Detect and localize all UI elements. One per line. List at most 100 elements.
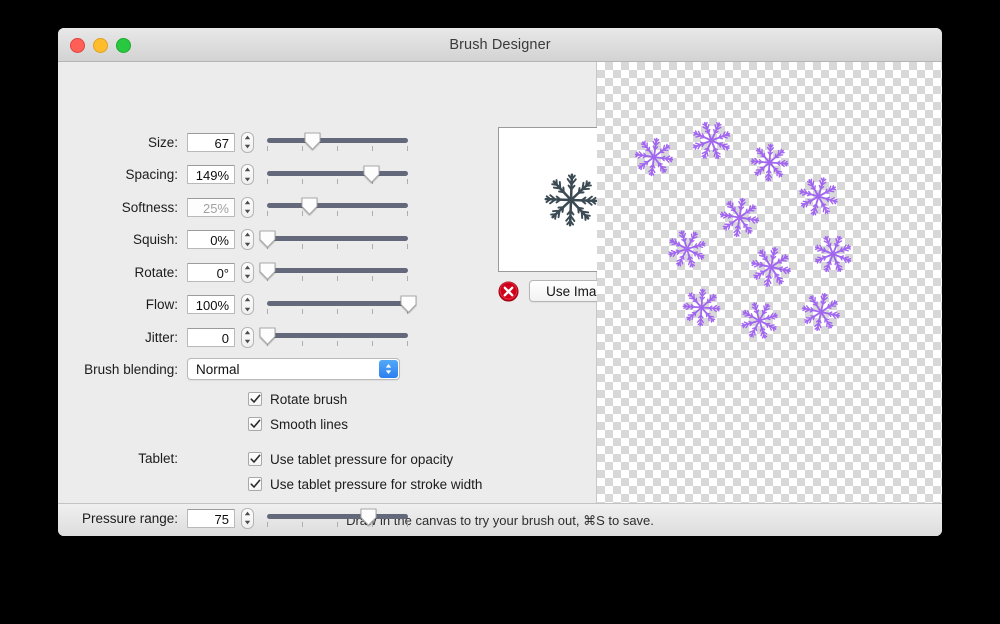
- slider-track: [267, 138, 408, 143]
- rotate-field[interactable]: 0°: [187, 262, 235, 282]
- checkbox-icon[interactable]: [248, 477, 262, 491]
- flow-row: Flow: 100%: [58, 294, 416, 316]
- minimize-button[interactable]: [93, 38, 108, 53]
- size-stepper[interactable]: [241, 131, 254, 153]
- brush-blending-select[interactable]: Normal: [187, 358, 400, 380]
- slider-ticks: [267, 211, 408, 217]
- zoom-button[interactable]: [116, 38, 131, 53]
- slider-track: [267, 170, 408, 176]
- squish-row: Squish: 0%: [58, 229, 408, 251]
- flow-stepper[interactable]: [241, 294, 254, 315]
- slider-ticks: [267, 146, 408, 152]
- squish-label: Squish:: [132, 232, 178, 247]
- softness-field[interactable]: 25%: [187, 197, 235, 217]
- pressure-range-label: Pressure range:: [81, 510, 178, 526]
- slider-thumb[interactable]: [259, 327, 276, 345]
- slider-ticks: [267, 243, 408, 250]
- spacing-slider[interactable]: [267, 164, 408, 186]
- pressure-range-row: Pressure range: 75: [58, 507, 408, 529]
- canvas-brush-stamp: [795, 286, 847, 338]
- flow-slider[interactable]: [267, 294, 416, 316]
- slider-thumb[interactable]: [363, 165, 380, 183]
- slider-ticks: [267, 341, 408, 347]
- size-row: Size: 67: [58, 131, 408, 153]
- tablet-checkbox-row-1[interactable]: Use tablet pressure for opacity: [248, 449, 453, 469]
- size-slider[interactable]: [267, 131, 408, 153]
- checkbox-icon[interactable]: [248, 452, 262, 466]
- slider-track: [267, 300, 408, 306]
- jitter-field[interactable]: 0: [187, 327, 235, 347]
- checkbox-row-rotate-brush[interactable]: Rotate brush: [248, 389, 347, 409]
- brush-test-canvas[interactable]: [597, 62, 942, 503]
- window-body: Size: 67 Spacing: 149% Softness: 25% Squish: 0%…: [58, 62, 942, 529]
- checkbox-label: Smooth lines: [270, 416, 349, 432]
- checkbox-icon[interactable]: [248, 392, 262, 406]
- tablet-checkbox-row-2[interactable]: Use tablet pressure for stroke width: [248, 474, 482, 494]
- jitter-label: Jitter:: [144, 329, 178, 345]
- softness-stepper[interactable]: [241, 196, 254, 218]
- squish-stepper[interactable]: [241, 229, 254, 250]
- slider-track: [267, 268, 408, 273]
- softness-label: Softness:: [121, 199, 178, 215]
- flow-label: Flow:: [145, 297, 178, 312]
- slider-thumb[interactable]: [301, 197, 318, 215]
- slider-track: [267, 203, 408, 208]
- brush-blending-value: Normal: [196, 361, 240, 377]
- window-title: Brush Designer: [449, 36, 551, 53]
- slider-track: [267, 333, 408, 338]
- pressure-range-field[interactable]: 75: [187, 508, 235, 528]
- traffic-lights: [70, 38, 131, 53]
- chevron-updown-icon: [379, 360, 398, 378]
- canvas-brush-stamp: [744, 240, 797, 293]
- slider-thumb[interactable]: [304, 132, 321, 150]
- slider-track: [267, 514, 408, 519]
- canvas-brush-stamp: [682, 111, 741, 170]
- slider-ticks: [267, 308, 408, 315]
- slider-thumb[interactable]: [400, 295, 417, 313]
- flow-field[interactable]: 100%: [187, 295, 235, 314]
- brush-designer-window: Brush Designer Size: 67 Spacing: 149% Softne…: [58, 28, 942, 536]
- checkbox-label: Use tablet pressure for stroke width: [270, 476, 483, 492]
- size-label: Size:: [147, 134, 178, 150]
- softness-row: Softness: 25%: [58, 196, 408, 218]
- checkbox-label: Use tablet pressure for opacity: [270, 451, 454, 467]
- canvas-brush-stamp: [629, 132, 679, 182]
- softness-slider[interactable]: [267, 196, 408, 218]
- size-field[interactable]: 67: [187, 132, 235, 152]
- spacing-label: Spacing:: [125, 167, 178, 182]
- jitter-stepper[interactable]: [241, 326, 254, 348]
- checkbox-label: Rotate brush: [270, 391, 348, 407]
- canvas-brush-stamp: [678, 284, 723, 329]
- spacing-field[interactable]: 149%: [187, 165, 235, 184]
- pressure-range-stepper[interactable]: [241, 507, 254, 529]
- rotate-stepper[interactable]: [241, 261, 254, 283]
- rotate-row: Rotate: 0°: [58, 261, 408, 283]
- tablet-label: Tablet:: [138, 451, 178, 466]
- checkbox-row-smooth-lines[interactable]: Smooth lines: [248, 414, 348, 434]
- settings-pane: Size: 67 Spacing: 149% Softness: 25% Squish: 0%…: [58, 62, 643, 529]
- canvas-brush-stamp: [805, 226, 860, 281]
- remove-image-button[interactable]: [498, 281, 519, 302]
- jitter-slider[interactable]: [259, 326, 408, 348]
- brush-blending-label: Brush blending:: [84, 361, 178, 377]
- canvas-brush-stamp: [657, 219, 717, 279]
- rotate-label: Rotate:: [134, 264, 178, 280]
- slider-thumb[interactable]: [259, 230, 276, 248]
- close-button[interactable]: [70, 38, 85, 53]
- brush-blending-row: Brush blending: Normal: [58, 358, 400, 380]
- slider-thumb[interactable]: [259, 262, 276, 280]
- spacing-row: Spacing: 149%: [58, 164, 408, 186]
- slider-thumb[interactable]: [360, 508, 377, 526]
- slider-ticks: [267, 178, 408, 185]
- slider-track: [267, 235, 408, 241]
- slider-ticks: [267, 522, 408, 528]
- squish-slider[interactable]: [259, 229, 408, 251]
- title-bar: Brush Designer: [58, 28, 942, 62]
- jitter-row: Jitter: 0: [58, 326, 408, 348]
- pressure-range-slider-control[interactable]: [267, 507, 408, 529]
- spacing-stepper[interactable]: [241, 164, 254, 185]
- rotate-slider[interactable]: [259, 261, 408, 283]
- squish-field[interactable]: 0%: [187, 230, 235, 249]
- canvas-brush-stamp: [714, 192, 763, 241]
- checkbox-icon[interactable]: [248, 417, 262, 431]
